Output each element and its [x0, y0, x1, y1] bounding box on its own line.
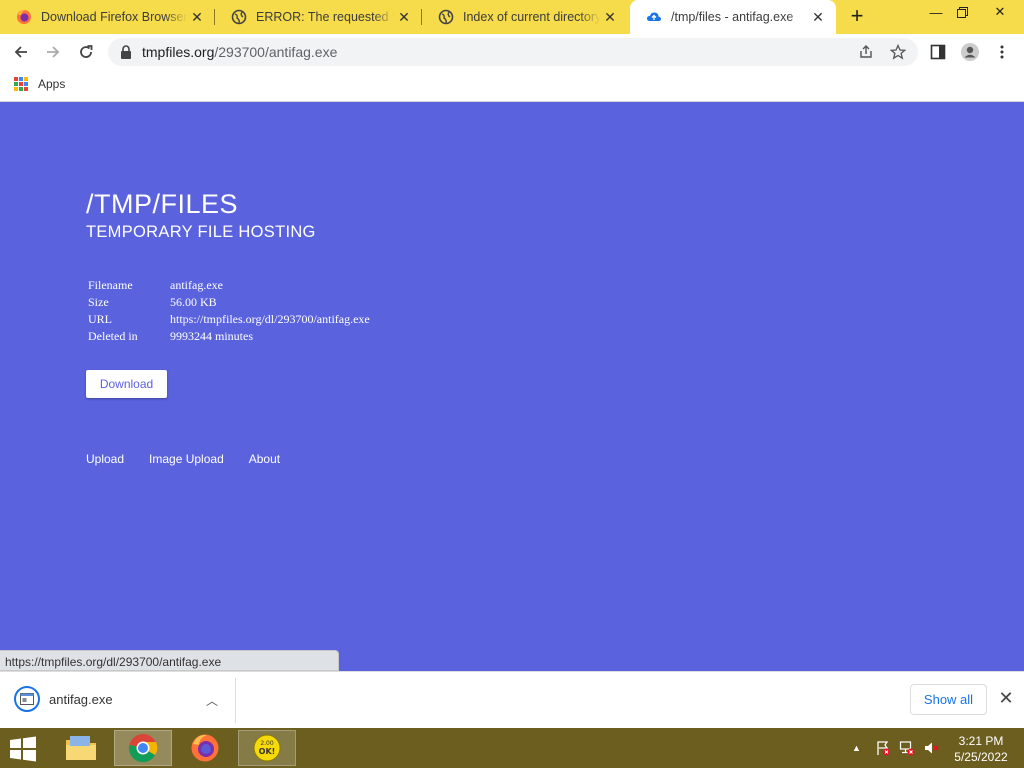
firefox-taskbar[interactable]	[176, 730, 234, 766]
show-all-button[interactable]: Show all	[910, 684, 987, 715]
folder-icon	[66, 736, 96, 760]
tab-download-firefox[interactable]: Download Firefox Browser ✕	[0, 0, 215, 34]
svg-text:2.00: 2.00	[260, 740, 274, 747]
tab-title: Index of current directory...	[463, 10, 600, 24]
image-upload-link[interactable]: Image Upload	[149, 452, 224, 466]
profile-avatar-icon[interactable]	[960, 42, 980, 62]
close-tab-icon[interactable]: ✕	[600, 7, 620, 27]
info-value: 56.00 KB	[170, 295, 217, 309]
page-content: /TMP/FILES TEMPORARY FILE HOSTING Filena…	[0, 103, 1024, 671]
network-icon[interactable]	[899, 740, 915, 756]
browser-toolbar: tmpfiles.org/293700/antifag.exe	[0, 34, 1024, 70]
app-taskbar[interactable]: 2.00 OK!	[238, 730, 296, 766]
windows-start-icon[interactable]	[8, 736, 38, 762]
download-shelf: antifag.exe ︿ Show all ✕	[0, 671, 1024, 728]
taskbar-clock[interactable]: 3:21 PM 5/25/2022	[948, 733, 1014, 765]
bookmark-star-icon[interactable]	[890, 44, 906, 60]
clock-time: 3:21 PM	[958, 734, 1004, 748]
site-subtitle: TEMPORARY FILE HOSTING	[86, 223, 316, 241]
table-row: Filename antifag.exe	[86, 277, 372, 294]
about-link[interactable]: About	[249, 452, 280, 466]
file-info-table: Filename antifag.exe Size 56.00 KB URL http…	[86, 277, 372, 345]
globe-icon	[438, 9, 454, 25]
close-tab-icon[interactable]: ✕	[187, 7, 207, 27]
apps-label: Apps	[38, 77, 66, 91]
info-key: URL	[88, 312, 112, 326]
tab-index[interactable]: Index of current directory... ✕	[422, 0, 628, 34]
forward-button[interactable]	[40, 39, 66, 65]
tab-title: /tmp/files - antifag.exe	[671, 10, 794, 24]
address-bar[interactable]: tmpfiles.org/293700/antifag.exe	[108, 38, 918, 66]
action-center-flag-icon[interactable]	[875, 740, 891, 756]
apps-shortcut[interactable]: Apps	[14, 77, 65, 91]
file-explorer-taskbar[interactable]	[52, 730, 110, 766]
menu-kebab-icon[interactable]	[998, 44, 1006, 60]
download-filename: antifag.exe	[49, 691, 113, 707]
chrome-taskbar[interactable]	[114, 730, 172, 766]
info-value: antifag.exe	[170, 278, 223, 292]
info-key: Deleted in	[88, 329, 138, 343]
download-button[interactable]: Download	[86, 370, 167, 398]
windows-taskbar: 2.00 OK! ▲ 3:21 PM 5/25/2022	[0, 728, 1024, 768]
clock-date: 5/25/2022	[954, 750, 1008, 764]
close-tab-icon[interactable]: ✕	[808, 7, 828, 27]
tab-title: Download Firefox Browser	[41, 10, 187, 24]
upload-link[interactable]: Upload	[86, 452, 124, 466]
info-value-url: https://tmpfiles.org/dl/293700/antifag.e…	[170, 312, 370, 326]
tab-strip: Download Firefox Browser ✕ ERROR: The re…	[0, 0, 1024, 34]
forward-arrow-icon	[47, 46, 60, 58]
url-text: tmpfiles.org/293700/antifag.exe	[142, 44, 337, 60]
url-path: /293700/antifag.exe	[214, 44, 338, 60]
tab-error[interactable]: ERROR: The requested URL ✕	[215, 0, 422, 34]
table-row: Size 56.00 KB	[86, 294, 372, 311]
reload-button[interactable]	[73, 39, 99, 65]
info-key: Filename	[88, 278, 133, 292]
back-button[interactable]	[8, 39, 34, 65]
share-icon[interactable]	[858, 44, 874, 60]
volume-muted-icon[interactable]	[923, 740, 939, 756]
table-row: Deleted in 9993244 minutes	[86, 328, 372, 345]
site-title[interactable]: /TMP/FILES	[86, 189, 238, 220]
close-tab-icon[interactable]: ✕	[394, 7, 414, 27]
reload-icon	[80, 45, 93, 58]
chevron-up-icon[interactable]: ▲	[852, 743, 861, 753]
svg-text:OK!: OK!	[259, 747, 276, 756]
restore-icon	[956, 6, 968, 18]
globe-icon	[231, 9, 247, 25]
firefox-icon	[191, 734, 219, 762]
download-item[interactable]: antifag.exe	[14, 686, 113, 712]
divider	[235, 678, 236, 723]
ok-badge-icon: 2.00OK!	[253, 734, 281, 762]
cloud-upload-icon	[647, 12, 661, 21]
close-shelf-icon[interactable]: ✕	[996, 688, 1016, 708]
info-key: Size	[88, 295, 109, 309]
chevron-up-icon[interactable]: ︿	[200, 692, 224, 712]
side-panel-icon[interactable]	[930, 44, 946, 60]
firefox-icon	[17, 10, 31, 24]
system-tray: ▲	[852, 740, 939, 756]
table-row: URL https://tmpfiles.org/dl/293700/antifa…	[86, 311, 372, 328]
tab-title: ERROR: The requested URL	[256, 10, 394, 24]
footer-nav: Upload Image Upload About	[86, 452, 305, 466]
executable-file-icon	[14, 686, 40, 712]
apps-grid-icon	[14, 77, 28, 91]
close-window-button[interactable]: ✕	[982, 0, 1018, 24]
status-url-bubble: https://tmpfiles.org/dl/293700/antifag.e…	[0, 650, 339, 671]
info-value: 9993244 minutes	[170, 329, 253, 343]
url-host: tmpfiles.org	[142, 44, 215, 60]
back-arrow-icon	[14, 46, 27, 58]
restore-button[interactable]	[944, 0, 980, 24]
chrome-icon	[129, 734, 158, 763]
lock-icon[interactable]	[120, 45, 132, 59]
new-tab-button[interactable]: +	[845, 5, 869, 29]
bookmarks-bar: Apps	[0, 70, 1024, 102]
tab-tmpfiles[interactable]: /tmp/files - antifag.exe ✕	[630, 0, 836, 34]
